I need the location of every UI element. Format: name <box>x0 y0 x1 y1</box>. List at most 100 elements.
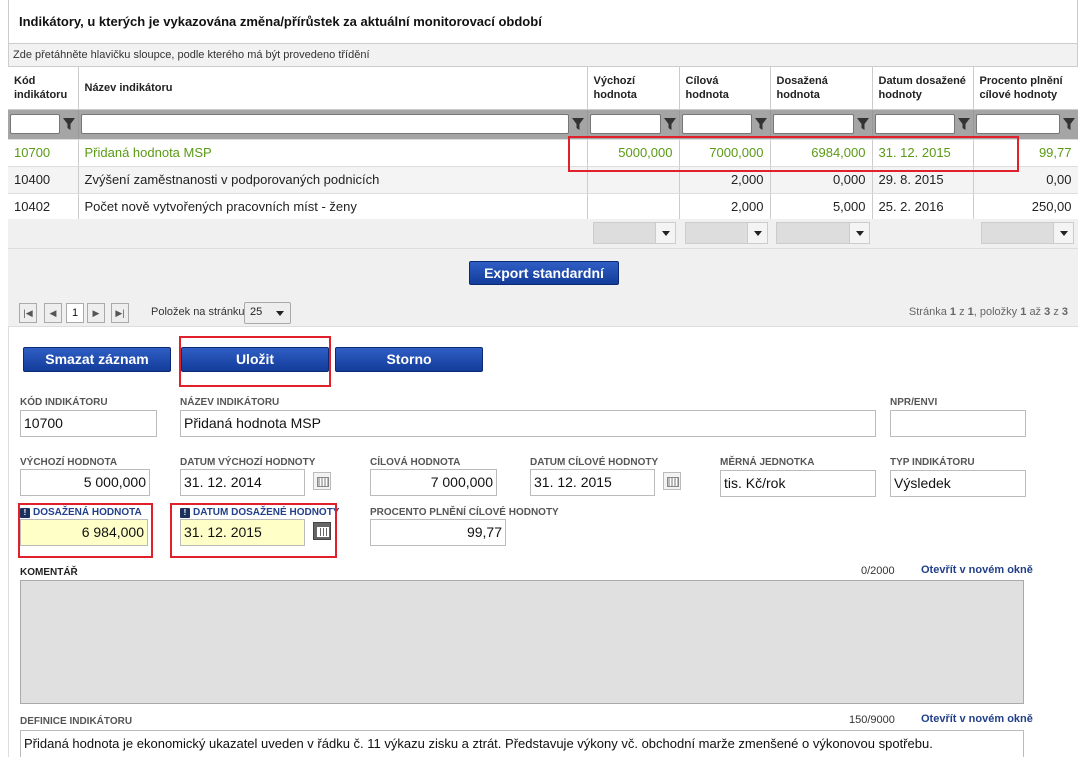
cell-nazev: Přidaná hodnota MSP <box>78 139 588 167</box>
komentar-textarea[interactable] <box>20 580 1024 704</box>
next-page-icon[interactable]: ▶ <box>87 303 105 323</box>
filter-funnel-icon[interactable] <box>856 116 870 132</box>
filter-row <box>8 109 1078 140</box>
filter-input-vychozi[interactable] <box>589 114 661 134</box>
table-row[interactable]: 10700 Přidaná hodnota MSP 5000,000 7000,… <box>8 139 1078 167</box>
col-header-cilova[interactable]: Cílová hodnota <box>679 67 771 110</box>
calendar-icon[interactable] <box>313 522 331 540</box>
aggregate-select-dosazena[interactable] <box>776 222 870 244</box>
cell-kod: 10400 <box>8 166 79 194</box>
dosazena-field[interactable]: 6 984,000 <box>20 519 148 546</box>
calendar-icon[interactable] <box>313 472 331 490</box>
cell-datum: 25. 2. 2016 <box>872 193 974 221</box>
pager-info-prefix: Stránka <box>908 306 947 318</box>
datum-vychozi-label: Datum výchozí hodnoty <box>180 457 316 468</box>
last-page-icon[interactable]: ▶| <box>111 303 129 323</box>
cilova-field[interactable]: 7 000,000 <box>370 469 497 496</box>
definice-field[interactable]: Přidaná hodnota je ekonomický ukazatel u… <box>20 730 1024 757</box>
filter-input-procento[interactable] <box>975 114 1060 134</box>
col-header-nazev[interactable]: Název indikátoru <box>78 67 588 110</box>
prev-page-icon[interactable]: ◀ <box>44 303 62 323</box>
nazev-label: Název indikátoru <box>180 397 280 408</box>
procento-field[interactable]: 99,77 <box>370 519 506 546</box>
definice-open-link[interactable]: Otevřít v novém okně <box>921 713 1033 725</box>
chevron-down-icon[interactable] <box>1053 223 1073 243</box>
pager-info-to-word: až <box>1029 306 1042 318</box>
export-button[interactable]: Export standardní <box>469 261 619 285</box>
datum-vychozi-field[interactable]: 31. 12. 2014 <box>180 469 305 496</box>
aggregate-select-vychozi[interactable] <box>593 222 676 244</box>
filter-funnel-icon[interactable] <box>62 116 76 132</box>
filter-funnel-icon[interactable] <box>1062 116 1076 132</box>
typ-field[interactable]: Výsledek <box>890 470 1026 497</box>
filter-funnel-icon[interactable] <box>754 116 768 132</box>
filter-input-nazev[interactable] <box>80 114 569 134</box>
cancel-button[interactable]: Storno <box>335 347 483 372</box>
group-by-hint: Zde přetáhněte hlavičku sloupce, podle k… <box>8 43 1078 67</box>
kod-label: Kód indikátoru <box>20 397 108 408</box>
dosazena-label: ! Dosažená hodnota <box>20 507 142 518</box>
komentar-counter: 0/2000 <box>861 565 895 577</box>
aggregate-strip <box>8 219 1078 249</box>
nazev-field[interactable]: Přidaná hodnota MSP <box>180 410 876 437</box>
required-icon: ! <box>20 508 30 518</box>
pager-info-of2: z <box>1053 306 1059 318</box>
filter-input-datum[interactable] <box>874 114 955 134</box>
komentar-open-link[interactable]: Otevřít v novém okně <box>921 564 1033 576</box>
filter-funnel-icon[interactable] <box>571 116 585 132</box>
chevron-down-icon[interactable] <box>655 223 675 243</box>
filter-funnel-icon[interactable] <box>663 116 677 132</box>
datum-cilove-field[interactable]: 31. 12. 2015 <box>530 469 655 496</box>
calendar-icon[interactable] <box>663 472 681 490</box>
pager-info-items: , položky <box>973 306 1018 318</box>
chevron-down-icon[interactable] <box>849 223 869 243</box>
cell-procento: 0,00 <box>973 166 1078 194</box>
pager-info: Stránka 1 z 1, položky 1 až 3 z 3 <box>909 306 1068 318</box>
first-page-icon[interactable]: |◀ <box>19 303 37 323</box>
npr-field[interactable] <box>890 410 1026 437</box>
komentar-label: Komentář <box>20 567 78 578</box>
per-page-label: Položek na stránku <box>151 306 245 318</box>
save-button[interactable]: Uložit <box>181 347 329 372</box>
per-page-select[interactable]: 25 <box>244 302 291 324</box>
col-header-kod[interactable]: Kód indikátoru <box>8 67 79 110</box>
per-page-value: 25 <box>250 306 263 318</box>
filter-funnel-icon[interactable] <box>957 116 971 132</box>
table-row[interactable]: 10402 Počet nově vytvořených pracovních … <box>8 193 1078 221</box>
npr-label: NPR/ENVI <box>890 397 938 408</box>
jednotka-label: Měrná jednotka <box>720 457 815 468</box>
aggregate-select-cilova[interactable] <box>685 222 768 244</box>
cell-cilova: 7000,000 <box>679 139 771 167</box>
filter-input-kod[interactable] <box>10 114 60 134</box>
vychozi-field[interactable]: 5 000,000 <box>20 469 150 496</box>
cell-dosazena: 0,000 <box>770 166 873 194</box>
col-header-procento[interactable]: Procento plnění cílové hodnoty <box>973 67 1078 110</box>
pager-info-total: 3 <box>1061 306 1068 318</box>
delete-button[interactable]: Smazat záznam <box>23 347 171 372</box>
kod-field[interactable]: 10700 <box>20 410 157 437</box>
cell-dosazena: 6984,000 <box>770 139 873 167</box>
jednotka-field[interactable]: tis. Kč/rok <box>720 470 876 497</box>
col-header-datum[interactable]: Datum dosažené hodnoty <box>872 67 974 110</box>
page-number-current[interactable]: 1 <box>66 303 84 323</box>
filter-input-cilova[interactable] <box>681 114 752 134</box>
pager-info-of: z <box>959 306 965 318</box>
col-header-vychozi[interactable]: Výchozí hodnota <box>587 67 680 110</box>
pager-info-page: 1 <box>949 306 957 318</box>
cell-vychozi <box>587 166 680 194</box>
cell-nazev: Zvýšení zaměstnanosti v podporovaných po… <box>78 166 588 194</box>
cell-cilova: 2,000 <box>679 193 771 221</box>
cell-vychozi <box>587 193 680 221</box>
grid-title: Indikátory, u kterých je vykazována změn… <box>8 0 1078 43</box>
datum-dosazene-label-text: Datum dosažené hodnoty <box>193 507 340 518</box>
cell-kod: 10402 <box>8 193 79 221</box>
table-row[interactable]: 10400 Zvýšení zaměstnanosti v podporovan… <box>8 166 1078 194</box>
filter-input-dosazena[interactable] <box>772 114 854 134</box>
definice-label: Definice indikátoru <box>20 716 133 727</box>
col-header-dosazena[interactable]: Dosažená hodnota <box>770 67 873 110</box>
chevron-down-icon <box>276 311 284 316</box>
indicators-table: Kód indikátoru Název indikátoru Výchozí … <box>8 67 1078 221</box>
chevron-down-icon[interactable] <box>747 223 767 243</box>
aggregate-select-procento[interactable] <box>981 222 1074 244</box>
datum-dosazene-field[interactable]: 31. 12. 2015 <box>180 519 305 546</box>
